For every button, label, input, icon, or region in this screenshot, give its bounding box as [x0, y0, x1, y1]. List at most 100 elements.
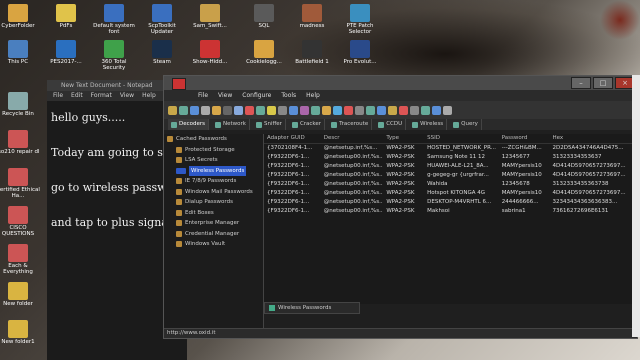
maximize-button[interactable]: □ [593, 77, 613, 89]
tab-query[interactable]: Query [450, 119, 482, 130]
column-header[interactable]: Type [383, 134, 424, 143]
tree-item[interactable]: Enterprise Manager [164, 218, 263, 229]
tab-ccdu[interactable]: CCDU [375, 119, 407, 130]
notepad-menu-item[interactable]: Edit [71, 91, 83, 101]
tree-item[interactable]: Edit Boxes [164, 208, 263, 219]
tree-item[interactable]: Dialup Passwords [164, 197, 263, 208]
toolbar-button-icon[interactable] [300, 105, 309, 115]
toolbar-button-icon[interactable] [212, 105, 221, 115]
desktop-icon[interactable]: PTE Patch Selector [336, 4, 384, 35]
desktop-icon[interactable]: New folder [0, 282, 42, 307]
table-row[interactable]: {F9322DF6-1... @netsetup00.inf,%s... WPA2-… [264, 153, 637, 162]
desktop-icon[interactable]: Pro Evolut... [336, 40, 384, 65]
desktop-icon[interactable]: Sam_Swift... [186, 4, 234, 29]
tab-cracker[interactable]: Cracker [289, 119, 326, 130]
toolbar-button-icon[interactable] [377, 105, 386, 115]
desktop-icon[interactable]: This PC [0, 40, 42, 65]
tree-item[interactable]: Windows Mail Passwords [164, 187, 263, 198]
toolbar-button-icon[interactable] [355, 105, 364, 115]
desktop-icon[interactable]: iso210 repair dl [0, 130, 42, 155]
toolbar-button-icon[interactable] [410, 105, 419, 115]
toolbar-button-icon[interactable] [333, 105, 342, 115]
tree-item[interactable]: Credential Manager [164, 229, 263, 240]
table-row[interactable]: {F9322DF6-1... @netsetup00.inf,%s... WPA2-… [264, 189, 637, 198]
toolbar-button-icon[interactable] [432, 105, 441, 115]
tab-decoders[interactable]: Decoders [168, 119, 210, 130]
toolbar-button-icon[interactable] [256, 105, 265, 115]
table-row[interactable]: {3702108F4-1... @netsetup.inf,%s... WPA2-P… [264, 144, 637, 153]
desktop-icon[interactable]: SQL [240, 4, 288, 29]
desktop-item-icon [350, 40, 370, 58]
notepad-menu-item[interactable]: Help [142, 91, 156, 101]
desktop-icon[interactable]: 360 Total Security [90, 40, 138, 71]
tree-item[interactable]: Cached Passwords [164, 134, 263, 145]
desktop-item-icon [302, 40, 322, 58]
table-row[interactable]: {F9322DF6-1... @netsetup00.inf,%s... WPA2-… [264, 162, 637, 171]
toolbar-button-icon[interactable] [245, 105, 254, 115]
desktop-icon[interactable]: Default system font [90, 4, 138, 35]
desktop-icon[interactable]: Battlefield 1 [288, 40, 336, 65]
desktop-icon[interactable]: PdFs [42, 4, 90, 29]
toolbar-button-icon[interactable] [179, 105, 188, 115]
status-bar: http://www.oxid.it [164, 328, 637, 338]
column-header[interactable]: Hex [549, 134, 637, 143]
column-header[interactable]: Descr [321, 134, 384, 143]
desktop-icon[interactable]: Cookielogg... [240, 40, 288, 65]
column-header[interactable]: Adapter GUID [264, 134, 321, 143]
notepad-menu-item[interactable]: View [120, 91, 134, 101]
table-row[interactable]: {F9322DF6-1... @netsetup00.inf,%s... WPA2-… [264, 207, 637, 216]
toolbar-button-icon[interactable] [399, 105, 408, 115]
toolbar-button-icon[interactable] [278, 105, 287, 115]
notepad-menu-item[interactable]: Format [91, 91, 112, 101]
desktop-icon[interactable]: PES2017-... [42, 40, 90, 65]
desktop-icon[interactable]: Show-Hidd... [186, 40, 234, 65]
toolbar-button-icon[interactable] [223, 105, 232, 115]
tab-sniffer[interactable]: Sniffer [253, 119, 286, 130]
cain-menu-item[interactable]: File [198, 90, 208, 101]
desktop-icon[interactable]: ScpToolkit Updater [138, 4, 186, 35]
tree-item[interactable]: Protected Storage [164, 145, 263, 156]
tree-item[interactable]: Wireless Passwords [164, 165, 263, 176]
tree-item[interactable]: LSA Secrets [164, 155, 263, 166]
desktop-icon[interactable]: Each & Everything [0, 244, 42, 275]
table-row[interactable]: {F9322DF6-1... @netsetup00.inf,%s... WPA2-… [264, 171, 637, 180]
cain-window[interactable]: – □ × File View Configure Tools Help Decoder… [163, 75, 638, 339]
desktop-icon[interactable]: Recycle Bin [0, 92, 42, 117]
vertical-scrollbar[interactable] [632, 75, 640, 337]
desktop-icon[interactable]: Steam [138, 40, 186, 65]
minimize-button[interactable]: – [571, 77, 591, 89]
desktop-icon[interactable]: Certified Ethical Ha... [0, 168, 42, 199]
cain-menu-item[interactable]: View [218, 90, 232, 101]
column-header[interactable]: SSID [424, 134, 499, 143]
desktop-icon[interactable]: CISCO QUESTIONS [0, 206, 42, 237]
toolbar-button-icon[interactable] [168, 105, 177, 115]
toolbar-button-icon[interactable] [344, 105, 353, 115]
table-row[interactable]: {F9322DF6-1... @netsetup00.inf,%s... WPA2-… [264, 180, 637, 189]
toolbar-button-icon[interactable] [443, 105, 452, 115]
toolbar-button-icon[interactable] [289, 105, 298, 115]
tree-item[interactable]: IE 7/8/9 Passwords [164, 176, 263, 187]
toolbar-button-icon[interactable] [267, 105, 276, 115]
toolbar-button-icon[interactable] [311, 105, 320, 115]
toolbar-button-icon[interactable] [322, 105, 331, 115]
cain-menu-item[interactable]: Tools [281, 90, 296, 101]
tab-network[interactable]: Network [212, 119, 250, 130]
toolbar-button-icon[interactable] [234, 105, 243, 115]
desktop-icon[interactable]: New folder1 [0, 320, 42, 345]
column-header[interactable]: Password [499, 134, 550, 143]
tab-wireless[interactable]: Wireless [409, 119, 448, 130]
desktop-icon[interactable]: madness [288, 4, 336, 29]
cain-menu-item[interactable]: Help [306, 90, 320, 101]
table-row[interactable]: {F9322DF6-1... @netsetup00.inf,%s... WPA2-… [264, 198, 637, 207]
toolbar-button-icon[interactable] [201, 105, 210, 115]
toolbar-button-icon[interactable] [190, 105, 199, 115]
tab-traceroute[interactable]: Traceroute [328, 119, 373, 130]
tree-item[interactable]: Windows Vault [164, 239, 263, 250]
notepad-menu-item[interactable]: File [53, 91, 63, 101]
toolbar-button-icon[interactable] [388, 105, 397, 115]
desktop-icon[interactable]: CyberFolder [0, 4, 42, 29]
toolbar-button-icon[interactable] [421, 105, 430, 115]
wireless-passwords-tab[interactable]: Wireless Passwords [264, 302, 360, 314]
cain-menu-item[interactable]: Configure [242, 90, 271, 101]
toolbar-button-icon[interactable] [366, 105, 375, 115]
